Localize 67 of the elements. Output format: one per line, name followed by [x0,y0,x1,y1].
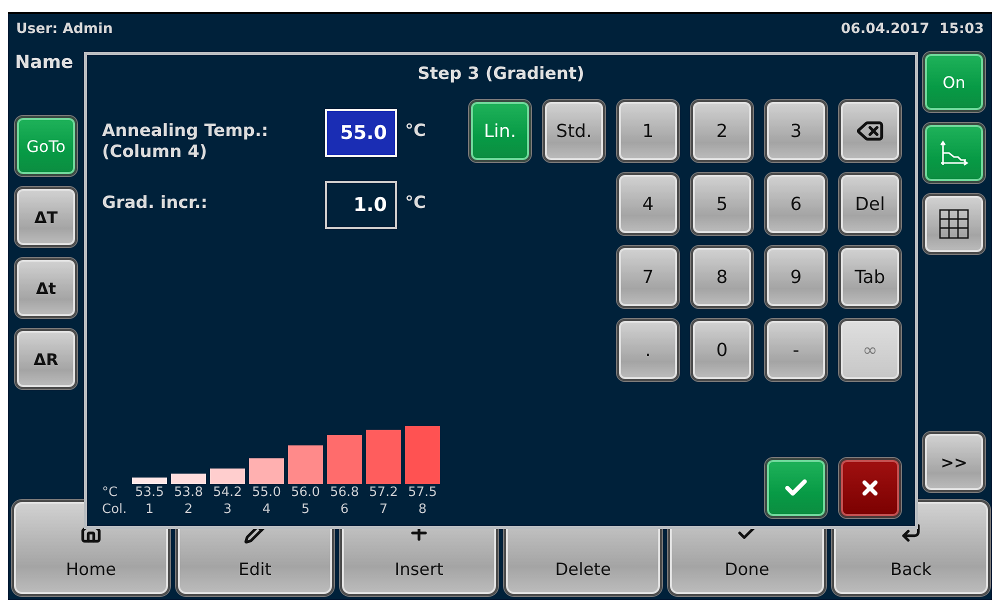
data-label: 54.2 [212,484,243,501]
chart-bar [249,458,284,484]
chart-bar [171,474,206,484]
data-label: 56.8 [329,484,360,501]
data-label: 53.5 [134,484,165,501]
keypad-key[interactable]: 4 [617,173,679,235]
data-label: 57.5 [407,484,438,501]
side-button[interactable] [923,194,985,254]
keypad-key[interactable]: 0 [691,319,753,381]
keypad-key[interactable]: - [765,319,827,381]
dialog-title: Step 3 (Gradient) [416,63,586,84]
curve-chart-icon [939,139,969,167]
unit-label: °C [405,192,427,213]
category-label: 7 [378,501,389,518]
chart-bar [288,445,323,484]
category-label: 2 [183,501,194,518]
keypad-key[interactable]: 2 [691,100,753,162]
keypad-key[interactable]: 1 [617,100,679,162]
input-field[interactable]: 1.0 [325,181,397,229]
chart-bar [366,430,401,484]
field-label: Grad. incr.: [102,193,209,214]
data-label: 53.8 [173,484,204,501]
keypad-key[interactable]: 9 [765,246,827,308]
side-button[interactable]: GoTo [15,116,77,176]
chart-bar [210,468,245,484]
input-field[interactable]: 55.0 [325,109,397,157]
axis-label: Col. [102,501,128,518]
keypad-key[interactable] [839,100,901,162]
confirm-button[interactable] [765,458,827,518]
data-label: 55.0 [251,484,282,501]
cancel-button[interactable] [839,458,901,518]
side-button[interactable]: Δt [15,258,77,318]
keypad-key[interactable]: 5 [691,173,753,235]
keypad-key[interactable]: 7 [617,246,679,308]
side-button[interactable]: On [923,52,985,112]
keypad-key[interactable]: Del [839,173,901,235]
data-label: 57.2 [368,484,399,501]
category-label: 3 [222,501,233,518]
keypad-key[interactable]: 3 [765,100,827,162]
data-label: 56.0 [290,484,321,501]
return-arrow-icon [900,522,922,544]
user-label: User: Admin [16,21,113,37]
category-label: 6 [339,501,350,518]
keypad-key[interactable]: Tab [839,246,901,308]
mode-button[interactable]: Std. [543,100,605,162]
name-label: Name [14,52,74,73]
side-button[interactable]: >> [923,432,985,492]
unit-label: °C [405,120,427,141]
axis-label: °C [102,484,119,501]
side-button[interactable] [923,123,985,183]
category-label: 5 [300,501,311,518]
keypad-key[interactable]: 6 [765,173,827,235]
time-label: 15:03 [939,21,984,37]
category-label: 4 [261,501,272,518]
category-label: 8 [417,501,428,518]
chart-bar [132,478,167,484]
field-label: Annealing Temp.: [102,121,270,142]
category-label: 1 [144,501,155,518]
side-button[interactable]: ΔR [15,329,77,389]
keypad-key[interactable]: 8 [691,246,753,308]
mode-button[interactable]: Lin. [469,100,531,162]
field-sublabel: (Column 4) [102,142,208,163]
chart-bar [327,435,362,484]
date-label: 06.04.2017 [840,21,930,37]
chart-bar [405,426,440,484]
side-button[interactable]: ΔT [15,187,77,247]
keypad-key[interactable]: . [617,319,679,381]
